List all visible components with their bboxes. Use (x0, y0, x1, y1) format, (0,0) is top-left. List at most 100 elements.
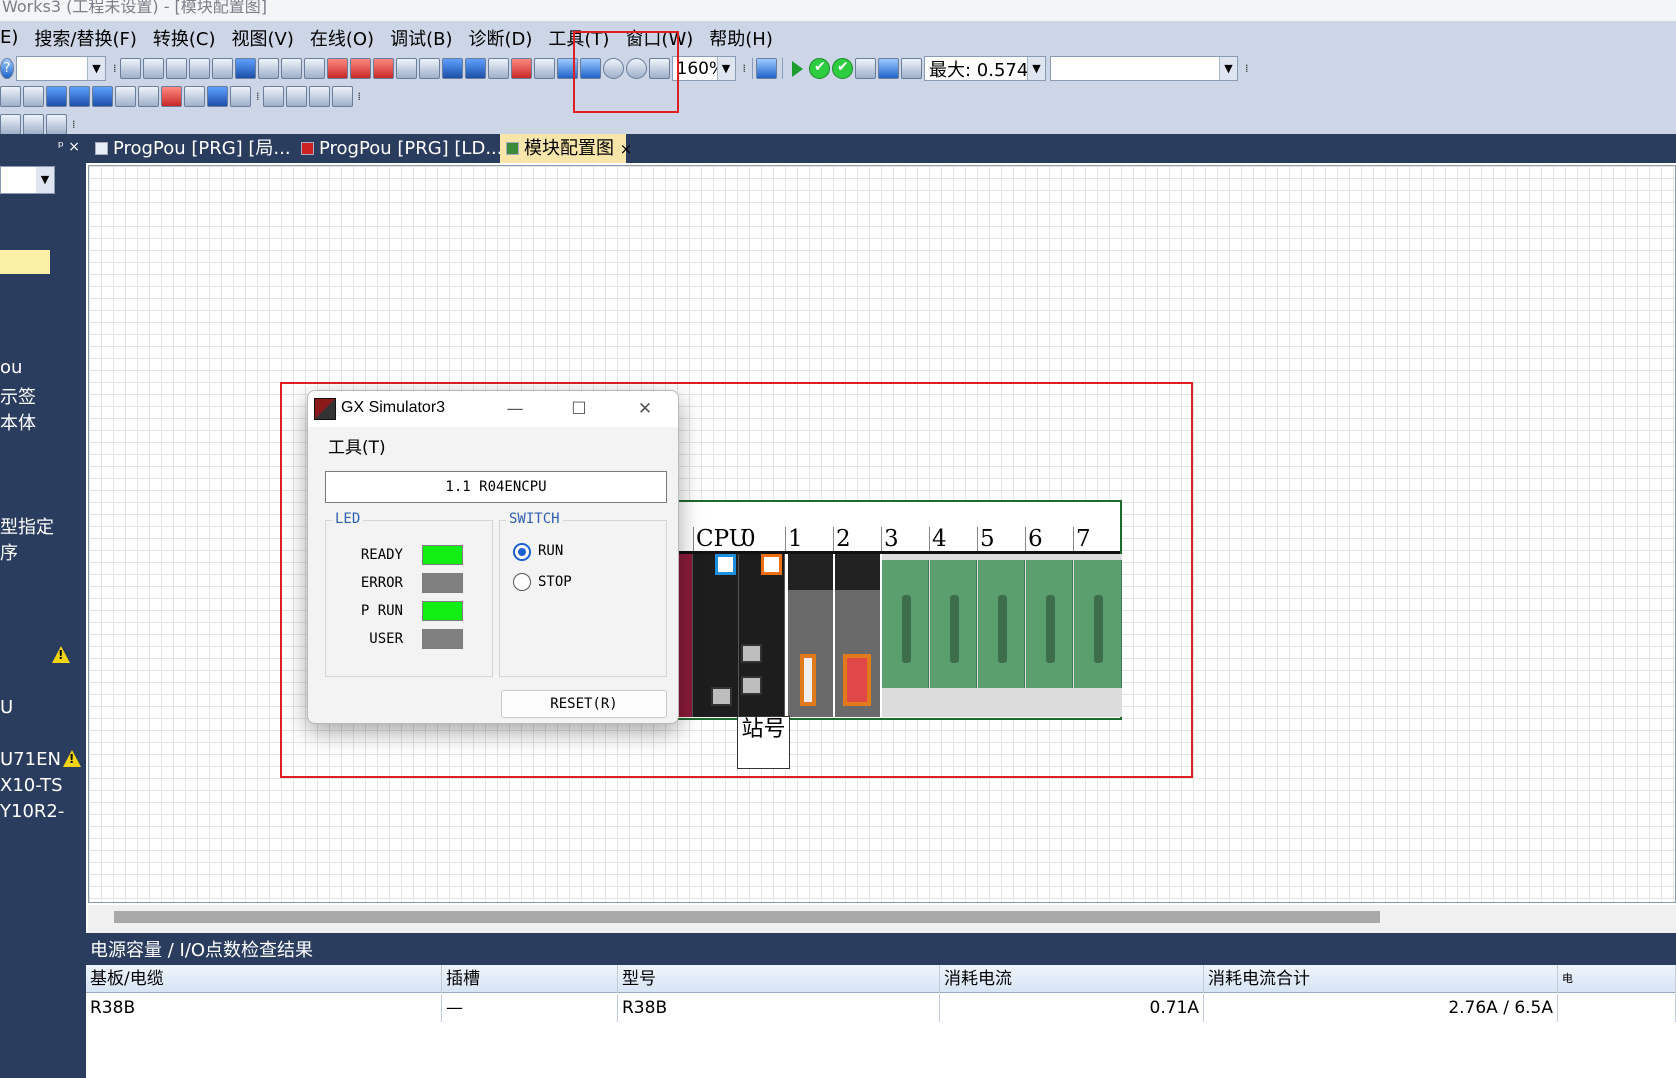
column-layout-icon[interactable] (262, 86, 284, 107)
menu-search-replace[interactable]: 搜索/替换(F) (34, 25, 136, 51)
table-row[interactable]: R38B — R38B 0.71A 2.76A / 6.5A (86, 994, 1676, 1022)
menu-convert[interactable]: 转换(C) (153, 25, 216, 51)
nav-item[interactable]: ou (0, 357, 22, 378)
device-statement-icon[interactable] (69, 86, 90, 107)
function-block-icon[interactable] (138, 86, 159, 107)
horizontal-scrollbar[interactable] (88, 905, 1676, 933)
pin-icon[interactable]: ᵖ (58, 139, 64, 155)
column-header[interactable]: 消耗电流合计 (1204, 965, 1558, 993)
nav-item[interactable]: 本体 (0, 409, 36, 435)
menu-help[interactable]: 帮助(H) (709, 25, 773, 51)
slot-1-module[interactable] (788, 554, 833, 717)
toolbar-grip-icon[interactable]: ⁞ (72, 118, 76, 131)
search-instance-icon[interactable] (230, 86, 251, 107)
verify-plc-icon[interactable] (372, 58, 394, 79)
chevron-down-icon[interactable]: ▼ (716, 57, 735, 80)
ladder-block-icon[interactable] (23, 86, 44, 107)
menu-tools[interactable]: 工具(T) (548, 25, 609, 51)
paste-icon[interactable] (165, 58, 187, 79)
nav-item[interactable]: 序 (0, 539, 18, 565)
cut-icon[interactable] (119, 58, 141, 79)
table-layout-icon[interactable] (308, 86, 330, 107)
device-monitor-icon[interactable] (441, 58, 463, 79)
zoom-fit-icon[interactable] (648, 58, 670, 79)
device-batch-icon[interactable] (207, 86, 228, 107)
simulation-window-icon[interactable] (579, 58, 601, 79)
zoom-out-icon[interactable] (625, 58, 647, 79)
online-change-icon[interactable] (510, 58, 532, 79)
zoom-in-icon[interactable] (602, 58, 624, 79)
chevron-down-icon[interactable]: ▼ (1027, 57, 1045, 80)
menu-online[interactable]: 在线(O) (310, 25, 374, 51)
zoom-select[interactable]: 160% ▼ (671, 56, 736, 81)
column-header[interactable]: 型号 (618, 965, 940, 993)
base-unit-rack[interactable]: CPU 0 1 2 3 4 5 6 7 (675, 500, 1122, 720)
toolbar-grip-icon[interactable]: ⁞ (358, 90, 362, 103)
stop-radio[interactable] (513, 573, 531, 591)
device-list-icon[interactable] (303, 58, 325, 79)
reset-button[interactable]: RESET(R) (501, 690, 667, 718)
simulation-stop-icon[interactable] (556, 58, 578, 79)
contact-icon[interactable] (0, 114, 21, 135)
scrollbar-thumb[interactable] (114, 911, 1380, 923)
column-header[interactable]: 消耗电流 (940, 965, 1204, 993)
check-all-icon[interactable] (832, 58, 853, 79)
row-layout-icon[interactable] (285, 86, 307, 107)
empty-combo[interactable]: ▼ (1050, 56, 1238, 81)
device-note-icon[interactable] (92, 86, 113, 107)
stop-radio-label[interactable]: STOP (538, 574, 572, 590)
tab-module-config[interactable]: 模块配置图 × (500, 134, 632, 163)
structure-icon[interactable] (184, 86, 205, 107)
parameter-icon[interactable] (855, 58, 876, 79)
ladder-blank-icon[interactable] (46, 114, 67, 135)
help-icon[interactable]: ? (0, 58, 14, 79)
write-to-plc-icon[interactable] (326, 58, 348, 79)
module-config-icon[interactable] (756, 58, 777, 79)
read-from-plc-icon[interactable] (349, 58, 371, 79)
device-comment-icon[interactable] (46, 86, 67, 107)
split-view-icon[interactable] (331, 86, 353, 107)
dialog-menu-tools[interactable]: 工具(T) (328, 433, 386, 458)
minimize-button[interactable]: — (501, 395, 529, 423)
watch-icon[interactable] (487, 58, 509, 79)
cross-reference-icon[interactable] (280, 58, 302, 79)
menu-diagnostics[interactable]: 诊断(D) (468, 25, 532, 51)
device-search-icon[interactable] (234, 58, 256, 79)
column-header[interactable]: 基板/电缆 (86, 965, 442, 993)
nav-item[interactable]: U (0, 697, 13, 718)
find-replace-icon[interactable] (257, 58, 279, 79)
slot-6-empty[interactable] (1026, 560, 1073, 688)
scan-time-combo[interactable]: 最大: 0.574n ▼ (924, 56, 1046, 81)
slot-0-module[interactable] (739, 554, 785, 717)
run-radio-label[interactable]: RUN (538, 543, 563, 559)
monitor-stop-icon[interactable] (418, 58, 440, 79)
nav-item[interactable]: 型指定 (0, 513, 54, 539)
menu-window[interactable]: 窗口(W) (625, 25, 693, 51)
toolbar-grip-icon[interactable]: ⁞ (113, 62, 117, 75)
tab-progpou-ld[interactable]: ProgPou [PRG] [LD... (295, 134, 503, 163)
chevron-down-icon[interactable]: ▼ (87, 57, 105, 80)
slot-4-empty[interactable] (930, 560, 977, 688)
slot-5-empty[interactable] (978, 560, 1025, 688)
chevron-down-icon[interactable]: ▼ (36, 167, 54, 193)
label-icon[interactable] (115, 86, 136, 107)
undo-icon[interactable] (188, 58, 210, 79)
cpu-module[interactable] (693, 554, 739, 717)
dialog-titlebar[interactable]: GX Simulator3 — ☐ ✕ (308, 391, 678, 427)
navigation-selected-item[interactable] (0, 250, 50, 274)
copy-icon[interactable] (142, 58, 164, 79)
ladder-icon[interactable] (0, 86, 21, 107)
tab-progpou-local[interactable]: ProgPou [PRG] [局... (89, 134, 293, 163)
close-icon[interactable]: × (68, 139, 80, 155)
parameter-check-icon[interactable] (878, 58, 899, 79)
column-header[interactable]: 插槽 (442, 965, 618, 993)
check-ok-icon[interactable] (809, 58, 830, 79)
redo-icon[interactable] (211, 58, 233, 79)
menu-edit[interactable]: E) (0, 27, 18, 48)
monitor-start-icon[interactable] (395, 58, 417, 79)
nav-item[interactable]: 示签 (0, 383, 36, 409)
tool-icon[interactable] (901, 58, 922, 79)
slot-3-empty[interactable] (882, 560, 929, 688)
menu-debug[interactable]: 调试(B) (390, 25, 452, 51)
nav-item[interactable]: Y10R2- (0, 801, 64, 822)
